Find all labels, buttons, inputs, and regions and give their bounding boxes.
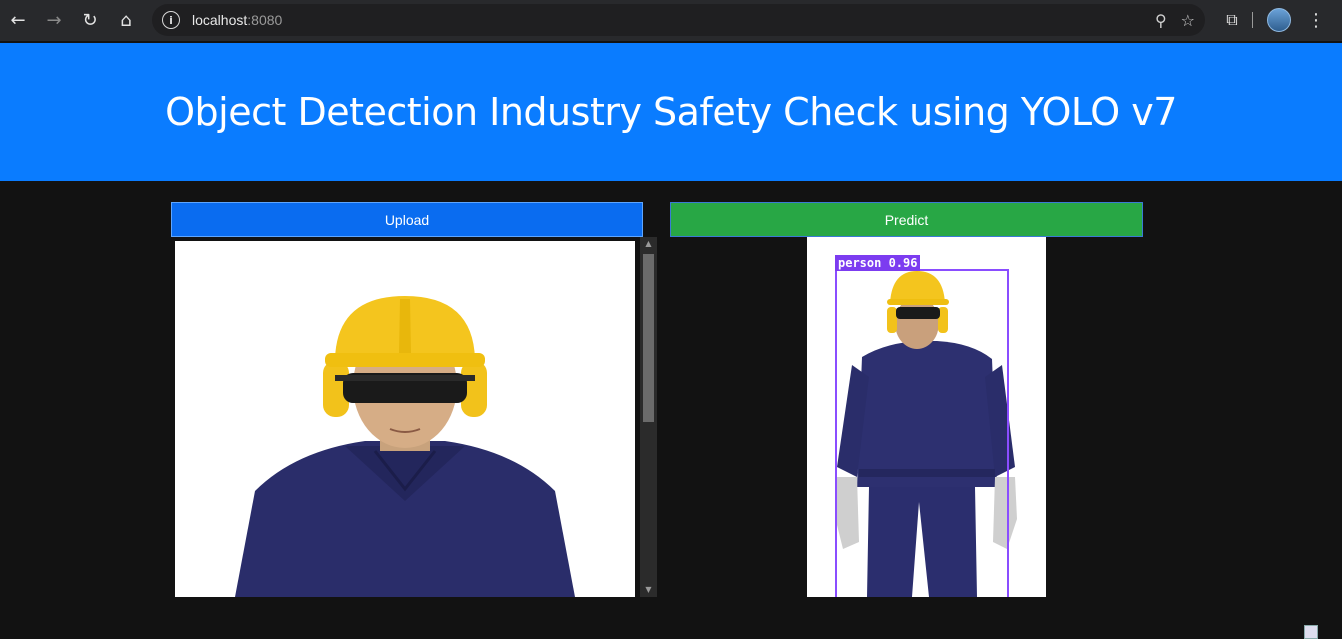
address-bar[interactable]: i localhost:8080 ⚲ ☆ — [152, 4, 1205, 36]
scroll-down-icon[interactable]: ▼ — [640, 583, 657, 597]
zoom-icon[interactable]: ⚲ — [1155, 11, 1167, 30]
page-header: Object Detection Industry Safety Check u… — [0, 43, 1342, 181]
toolbar-divider — [1252, 12, 1253, 28]
worker-photo — [175, 241, 635, 597]
home-icon[interactable]: ⌂ — [108, 5, 144, 37]
site-info-icon[interactable]: i — [162, 11, 180, 29]
page-title: Object Detection Industry Safety Check u… — [165, 90, 1177, 134]
bookmark-star-icon[interactable]: ☆ — [1181, 11, 1195, 30]
scroll-up-icon[interactable]: ▲ — [640, 237, 657, 251]
url-text[interactable]: localhost:8080 — [192, 12, 282, 28]
back-icon[interactable]: ← — [0, 5, 36, 37]
profile-avatar[interactable] — [1267, 8, 1291, 32]
detection-label: person 0.96 — [835, 255, 921, 271]
extensions-icon[interactable]: ⧉ — [1218, 10, 1246, 30]
forward-icon[interactable]: → — [36, 5, 72, 37]
reload-icon[interactable]: ↻ — [72, 5, 108, 37]
upload-button[interactable]: Upload — [171, 202, 643, 237]
preview-scrollbar[interactable]: ▲ ▼ — [640, 237, 657, 597]
uploaded-image-preview — [175, 241, 635, 597]
menu-kebab-icon[interactable]: ⋮ — [1307, 10, 1325, 31]
prediction-result-image: person 0.96 — [807, 237, 1046, 597]
browser-toolbar: ← → ↻ ⌂ i localhost:8080 ⚲ ☆ ⧉ ⋮ — [0, 0, 1342, 41]
scroll-thumb[interactable] — [643, 254, 654, 422]
detection-bounding-box — [835, 269, 1009, 597]
predict-button[interactable]: Predict — [670, 202, 1143, 237]
